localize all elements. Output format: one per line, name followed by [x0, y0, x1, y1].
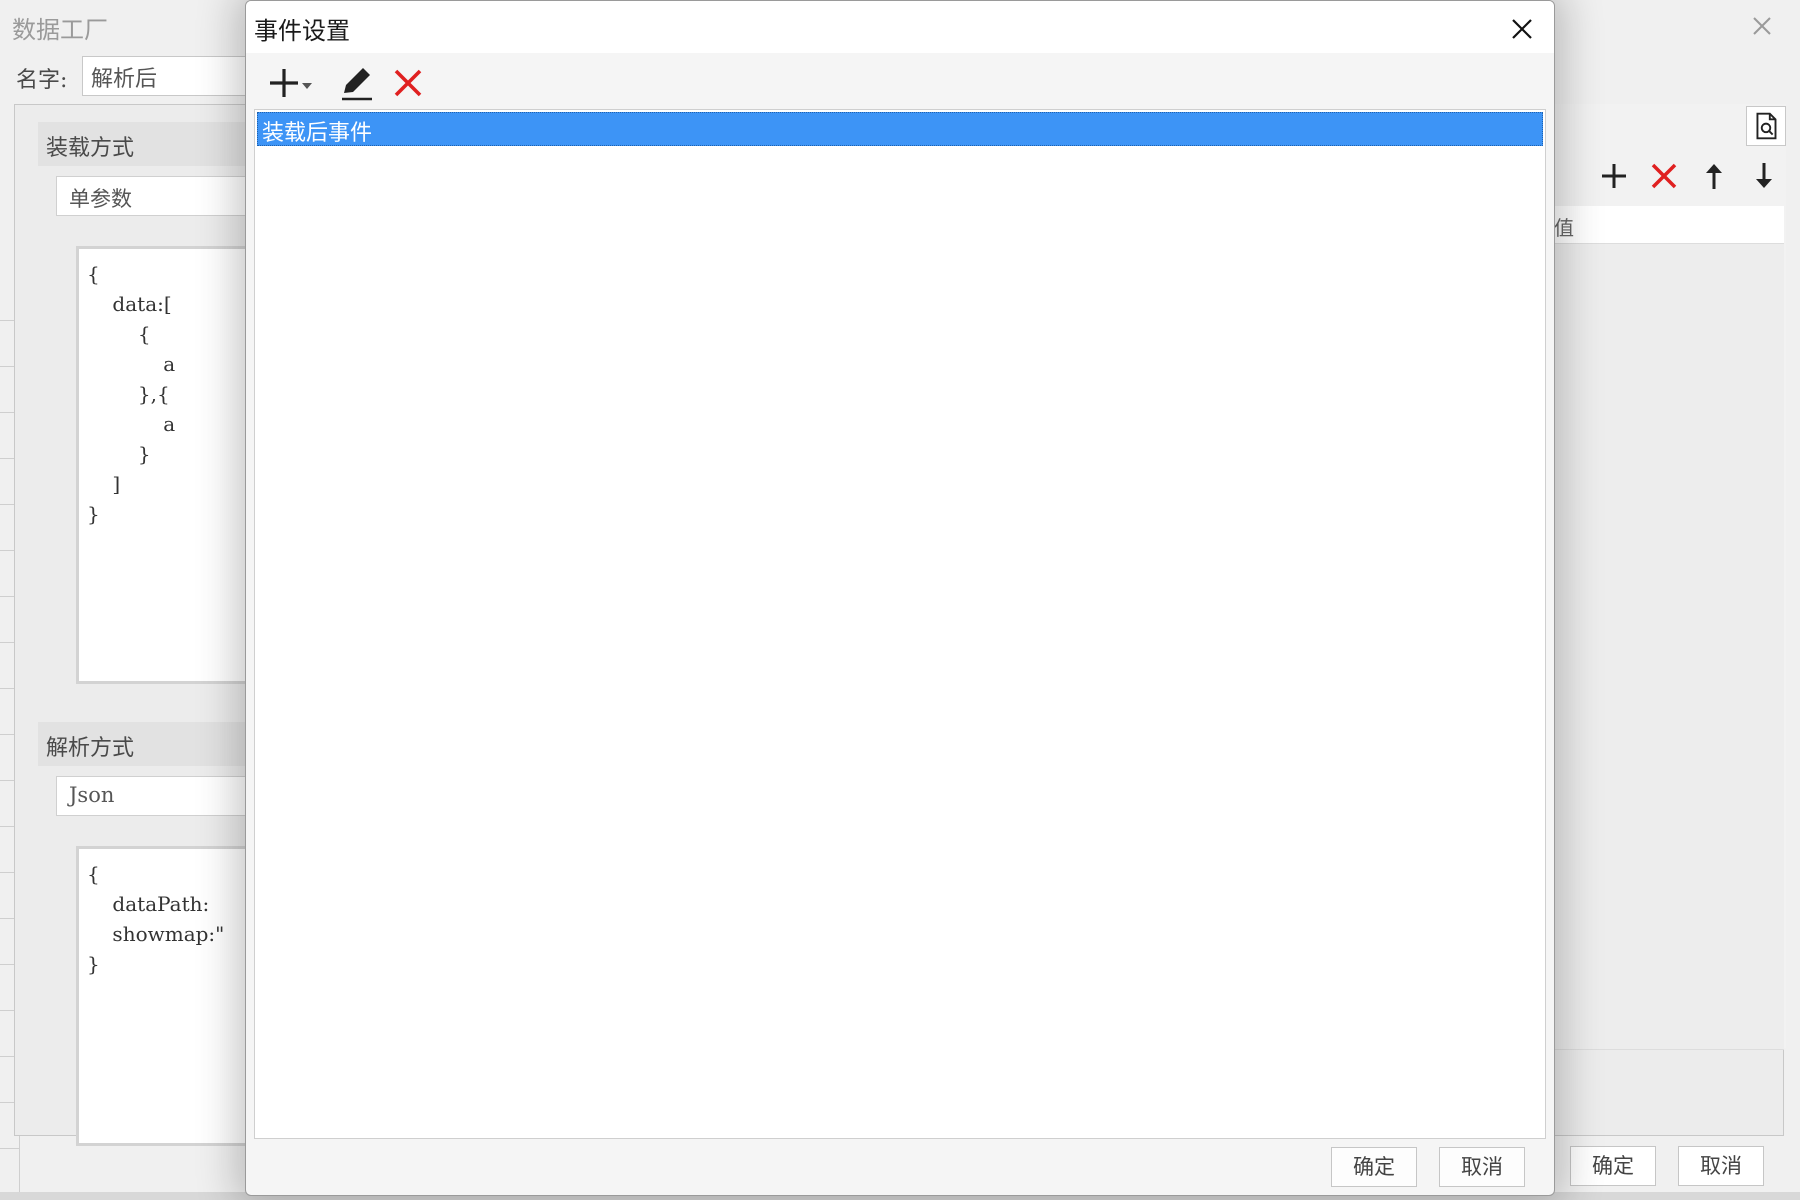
document-search-icon — [1756, 112, 1777, 140]
dropdown-arrow-icon — [302, 83, 312, 89]
name-input[interactable]: 解析后 — [82, 56, 262, 96]
add-event-button[interactable] — [266, 61, 316, 105]
parse-mode-select[interactable]: Json — [56, 776, 276, 816]
parse-section-title: 解析方式 — [38, 722, 278, 766]
loading-section-title: 装载方式 — [38, 122, 278, 166]
close-icon[interactable] — [1746, 10, 1778, 42]
name-label: 名字: — [16, 68, 68, 93]
background-confirm-button[interactable]: 确定 — [1570, 1146, 1656, 1186]
edit-event-button[interactable] — [334, 61, 378, 105]
table-header: 值 — [1550, 206, 1784, 244]
background-cancel-button[interactable]: 取消 — [1678, 1146, 1764, 1186]
table-header-value: 值 — [1554, 216, 1574, 240]
arrow-up-icon[interactable] — [1696, 158, 1732, 194]
loading-mode-select[interactable]: 单参数 — [56, 176, 276, 216]
plus-icon — [270, 69, 312, 97]
confirm-button[interactable]: 确定 — [1331, 1147, 1417, 1187]
dialog-titlebar: 事件设置 — [246, 1, 1554, 53]
plus-icon[interactable] — [1596, 158, 1632, 194]
preview-button[interactable] — [1746, 106, 1786, 146]
arrow-down-icon[interactable] — [1746, 158, 1782, 194]
delete-x-icon — [394, 69, 422, 97]
dialog-title: 事件设置 — [254, 17, 350, 45]
window-title: 数据工厂 — [12, 16, 108, 44]
delete-x-icon[interactable] — [1646, 158, 1682, 194]
dialog-toolbar — [246, 57, 1554, 107]
cancel-button[interactable]: 取消 — [1439, 1147, 1525, 1187]
list-item-label: 装载后事件 — [262, 121, 373, 146]
event-settings-dialog: 事件设置 装载后事件 确定 取消 — [245, 0, 1555, 1196]
pencil-icon — [342, 68, 372, 101]
delete-event-button[interactable] — [386, 61, 430, 105]
event-list: 装载后事件 — [254, 109, 1546, 1139]
parameter-table — [1550, 244, 1784, 1050]
list-item[interactable]: 装载后事件 — [257, 112, 1543, 146]
close-icon[interactable] — [1502, 9, 1542, 49]
